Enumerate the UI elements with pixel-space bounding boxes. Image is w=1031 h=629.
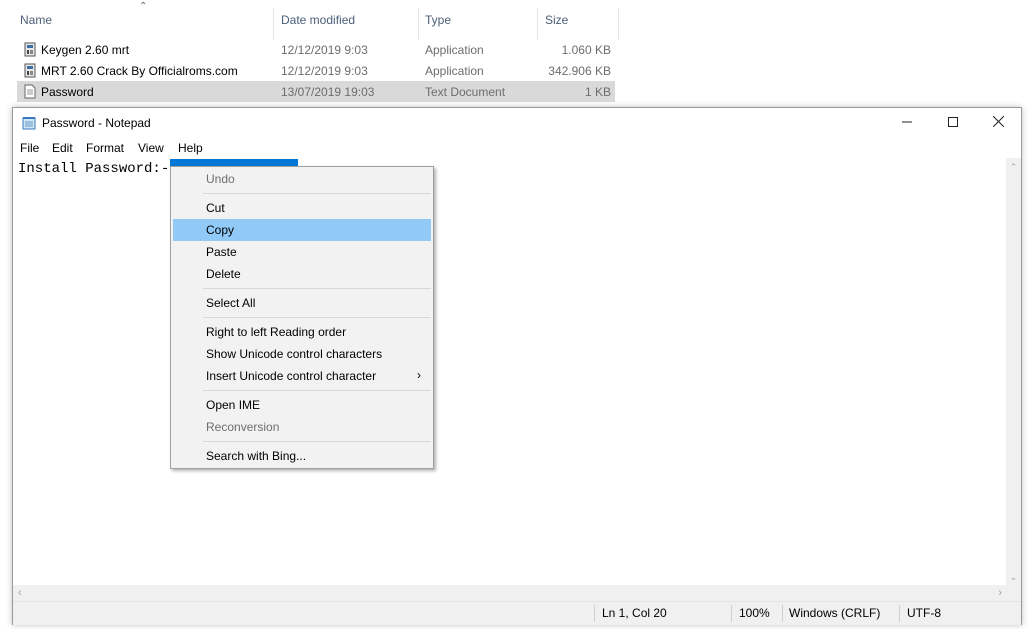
menu-item-label: Reconversion [206, 420, 280, 434]
text-editor[interactable]: Install Password:- [14, 158, 1007, 585]
column-header-row: ⌃ Name Date modified Type Size [0, 0, 1031, 40]
menu-item-reconversion[interactable]: Reconversion [173, 416, 431, 438]
menu-separator [203, 441, 431, 442]
file-name: Keygen 2.60 mrt [41, 43, 130, 57]
column-divider[interactable] [537, 8, 538, 40]
menu-help[interactable]: Help [178, 141, 203, 155]
menu-item-select-all[interactable]: Select All [173, 292, 431, 314]
file-row-selected[interactable]: Password 13/07/2019 19:03 Text Document … [17, 81, 615, 102]
menu-format[interactable]: Format [86, 141, 124, 155]
menu-item-label: Select All [206, 296, 256, 310]
status-divider [731, 605, 732, 622]
scroll-left-icon[interactable]: ‹ [18, 587, 22, 599]
column-header-size[interactable]: Size [545, 13, 568, 27]
menu-item-label: Search with Bing... [206, 449, 307, 463]
menu-item-paste[interactable]: Paste [173, 241, 431, 263]
file-date: 12/12/2019 9:03 [281, 64, 368, 78]
file-name: MRT 2.60 Crack By Officialroms.com [41, 64, 238, 78]
file-date: 12/12/2019 9:03 [281, 43, 368, 57]
context-menu: Undo Cut Copy Paste Delete Select All Ri… [170, 166, 434, 469]
menu-item-label: Right to left Reading order [206, 325, 347, 339]
menu-item-label: Open IME [206, 398, 261, 412]
column-header-type[interactable]: Type [425, 13, 451, 27]
menu-bar: File Edit Format View Help [13, 138, 1021, 158]
application-icon [24, 63, 36, 78]
menu-item-label: Insert Unicode control character [206, 369, 377, 383]
status-divider [782, 605, 783, 622]
menu-item-label: Undo [206, 172, 235, 186]
status-zoom: 100% [731, 602, 782, 625]
scroll-up-icon[interactable]: ⌃ [1006, 162, 1021, 173]
status-divider [899, 605, 900, 622]
vertical-scrollbar[interactable]: ⌃ ⌄ [1006, 158, 1021, 585]
file-type: Application [425, 43, 484, 57]
status-position-text: Ln 1, Col 20 [602, 606, 667, 620]
menu-item-show-unicode[interactable]: Show Unicode control characters [173, 343, 431, 365]
editor-content: Install Password:- [18, 161, 178, 177]
file-date: 13/07/2019 19:03 [281, 85, 375, 99]
sort-ascending-icon: ⌃ [139, 1, 148, 12]
status-encoding-text: UTF-8 [907, 606, 941, 620]
file-type: Application [425, 64, 484, 78]
file-size: 342.906 KB [548, 64, 611, 78]
horizontal-scrollbar[interactable]: ‹ › [13, 585, 1007, 601]
file-size: 1.060 KB [561, 43, 611, 57]
maximize-icon [948, 117, 958, 127]
menu-item-cut[interactable]: Cut [173, 197, 431, 219]
column-header-date-modified[interactable]: Date modified [281, 13, 355, 27]
maximize-button[interactable] [930, 108, 976, 138]
menu-item-label: Cut [206, 201, 225, 215]
menu-item-label: Delete [206, 267, 241, 281]
menu-separator [203, 193, 431, 194]
notepad-icon [22, 117, 36, 130]
column-header-name[interactable]: Name [20, 13, 52, 27]
file-explorer-list: ⌃ Name Date modified Type Size Keygen 2.… [0, 0, 1031, 107]
menu-file[interactable]: File [20, 141, 39, 155]
file-name: Password [41, 85, 94, 99]
status-line-endings-text: Windows (CRLF) [789, 606, 881, 620]
column-divider[interactable] [418, 8, 419, 40]
notepad-window: Password - Notepad File Edit Format View… [12, 107, 1022, 625]
menu-item-rtl-reading-order[interactable]: Right to left Reading order [173, 321, 431, 343]
chevron-right-icon: › [417, 368, 421, 382]
menu-item-undo[interactable]: Undo [173, 168, 431, 190]
file-row[interactable]: Keygen 2.60 mrt 12/12/2019 9:03 Applicat… [17, 39, 615, 60]
menu-edit[interactable]: Edit [52, 141, 73, 155]
menu-item-label: Paste [206, 245, 237, 259]
status-divider [594, 605, 595, 622]
status-encoding: UTF-8 [899, 602, 990, 625]
menu-item-label: Show Unicode control characters [206, 347, 383, 361]
menu-separator [203, 317, 431, 318]
file-type: Text Document [425, 85, 506, 99]
status-cursor-position: Ln 1, Col 20 [594, 602, 730, 625]
minimize-button[interactable] [884, 108, 930, 138]
scrollbar-corner [1006, 585, 1021, 601]
status-line-endings: Windows (CRLF) [782, 602, 898, 625]
application-icon [24, 42, 36, 57]
column-divider[interactable] [273, 8, 274, 40]
menu-item-open-ime[interactable]: Open IME [173, 394, 431, 416]
menu-item-insert-unicode[interactable]: Insert Unicode control character › [173, 365, 431, 387]
menu-item-copy[interactable]: Copy [173, 219, 431, 241]
window-title: Password - Notepad [42, 116, 151, 130]
menu-item-delete[interactable]: Delete [173, 263, 431, 285]
menu-view[interactable]: View [138, 141, 164, 155]
title-bar[interactable]: Password - Notepad [13, 108, 1021, 138]
close-icon [992, 115, 1004, 128]
column-divider[interactable] [618, 8, 619, 40]
status-zoom-text: 100% [739, 606, 770, 620]
menu-separator [203, 288, 431, 289]
menu-item-label: Copy [206, 223, 235, 237]
text-document-icon [24, 84, 36, 99]
menu-item-search-bing[interactable]: Search with Bing... [173, 445, 431, 467]
scroll-down-icon[interactable]: ⌄ [1006, 572, 1021, 583]
file-size: 1 KB [584, 85, 611, 99]
scroll-right-icon[interactable]: › [998, 587, 1002, 599]
file-row[interactable]: MRT 2.60 Crack By Officialroms.com 12/12… [17, 60, 615, 81]
status-bar: Ln 1, Col 20 100% Windows (CRLF) UTF-8 [13, 601, 1021, 625]
menu-separator [203, 390, 431, 391]
minimize-icon [902, 121, 912, 123]
close-button[interactable] [975, 108, 1021, 138]
